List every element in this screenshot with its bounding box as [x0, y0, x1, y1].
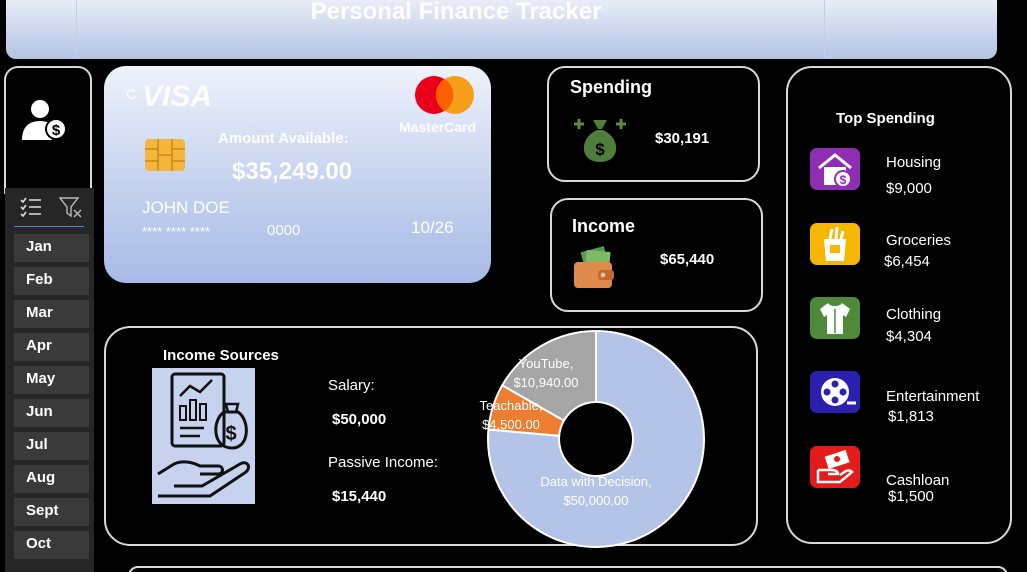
svg-text:$: $: [840, 173, 847, 187]
passive-income-label: Passive Income:: [328, 454, 439, 471]
top-spending-title: Top Spending: [836, 110, 935, 127]
page-title: Personal Finance Tracker: [310, 0, 602, 25]
income-sources-title: Income Sources: [163, 347, 279, 364]
top-spending-item-entertainment: [810, 371, 860, 413]
income-title: Income: [572, 216, 636, 236]
slicer-item-oct[interactable]: Oct: [14, 531, 89, 559]
card-brand-prefix: C: [126, 86, 137, 102]
chip-icon: [145, 139, 185, 171]
top-spending-item-housing: $: [810, 148, 860, 190]
slicer-item-mar[interactable]: Mar: [14, 300, 89, 328]
svg-text:$: $: [225, 423, 236, 445]
salary-label: Salary:: [328, 377, 375, 394]
income-illustration: $: [152, 368, 255, 504]
mastercard-label: MasterCard: [399, 119, 477, 135]
wallet-icon: [574, 246, 614, 288]
slicer-header-underline: [14, 226, 84, 227]
card-holder: JOHN DOE: [142, 198, 230, 217]
report-money-hand-icon: $: [157, 372, 250, 498]
card-expiry: 10/26: [411, 218, 454, 237]
slicer-item-apr[interactable]: Apr: [14, 333, 89, 361]
income-sources-donut-chart: Data with Decision, $50,000.00 Teachable, $…: [480, 329, 705, 548]
top-spending-item-cashloan: [810, 446, 860, 488]
top-spending-value: $4,304: [886, 328, 932, 345]
slicer-item-jun[interactable]: Jun: [14, 399, 89, 427]
slicer-item-may[interactable]: May: [14, 366, 89, 394]
passive-income-value: $15,440: [332, 488, 387, 505]
amount-value: $35,249.00: [232, 158, 353, 185]
bottom-panel: [128, 566, 1008, 572]
top-spending-value: $1,813: [888, 408, 934, 425]
salary-value: $50,000: [332, 411, 387, 428]
top-spending-label: Groceries: [886, 232, 952, 249]
top-spending-value: $6,454: [884, 253, 930, 270]
cash-hand-icon: [816, 449, 854, 484]
donut-data-label: YouTube,: [519, 356, 574, 371]
top-spending-label: Clothing: [886, 306, 942, 323]
house-dollar-icon: $: [818, 153, 852, 188]
spending-value: $30,191: [655, 130, 710, 147]
income-panel: Income $65,440: [550, 198, 763, 312]
donut-data-label: Teachable,: [480, 398, 543, 413]
top-spending-item-groceries: [810, 223, 860, 265]
income-value: $65,440: [660, 251, 715, 268]
donut-data-label: Data with Decision,: [540, 474, 651, 489]
svg-text:$: $: [595, 140, 605, 159]
top-spending-label: Entertainment: [886, 388, 980, 405]
slicer-item-feb[interactable]: Feb: [14, 267, 89, 295]
income-sources-panel: Income Sources $ Salary: $50,000 Passive…: [104, 326, 758, 548]
top-spending-label: Housing: [886, 154, 942, 171]
money-bag-icon: $: [574, 119, 626, 162]
top-spending-item-clothing: [810, 297, 860, 339]
card-number-mask: **** **** ****: [142, 224, 210, 239]
donut-data-label: $50,000.00: [563, 493, 628, 508]
card-number-last: 0000: [267, 222, 301, 239]
top-spending-label: Cashloan: [886, 472, 950, 489]
user-tile[interactable]: $: [4, 66, 92, 194]
title-bar: Personal Finance Tracker: [6, 0, 997, 59]
month-slicer[interactable]: Jan Feb Mar Apr May Jun Jul Aug Sept Oct: [5, 188, 94, 572]
amount-label: Amount Available:: [218, 130, 349, 147]
slicer-item-jan[interactable]: Jan: [14, 234, 89, 262]
top-spending-panel: Top Spending $ Housing $9,000 Groceries …: [786, 66, 1012, 544]
user-dollar-icon: $: [22, 100, 67, 140]
slicer-item-sept[interactable]: Sept: [14, 498, 89, 526]
top-spending-value: $1,500: [888, 488, 934, 505]
donut-data-label: $4,500.00: [482, 417, 540, 432]
mastercard-logo-icon: [415, 76, 474, 114]
donut-data-label: $10,940.00: [513, 375, 578, 390]
grocery-bag-icon: [824, 226, 846, 261]
multi-select-icon[interactable]: [20, 197, 42, 217]
visa-logo: VISA: [142, 80, 213, 113]
top-spending-value: $9,000: [886, 180, 932, 197]
credit-card: C VISA MasterCard Amount Available: $35,…: [104, 66, 491, 283]
svg-text:$: $: [52, 122, 61, 139]
clear-filter-icon[interactable]: [59, 197, 83, 219]
spending-title: Spending: [570, 77, 652, 97]
shirt-icon: [820, 303, 850, 334]
slicer-item-aug[interactable]: Aug: [14, 465, 89, 493]
spending-panel: Spending $ $30,191: [547, 66, 760, 182]
slicer-item-jul[interactable]: Jul: [14, 432, 89, 460]
film-reel-icon: [821, 378, 856, 406]
